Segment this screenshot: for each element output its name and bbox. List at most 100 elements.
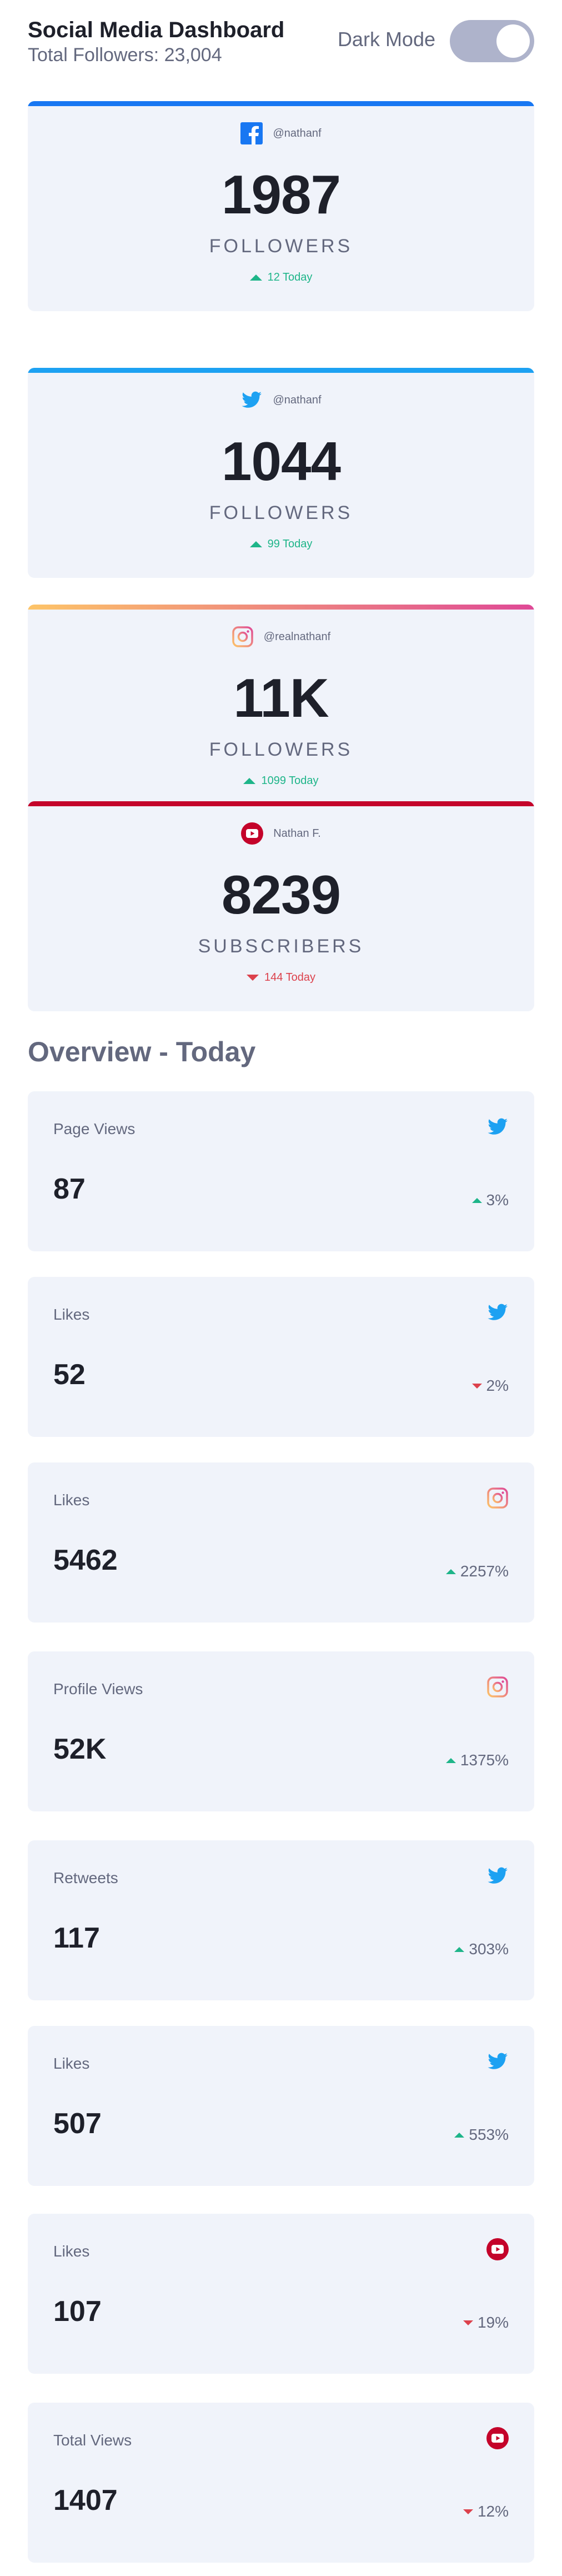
arrow-up-icon: [454, 2132, 465, 2138]
today-change-text: 144 Today: [264, 971, 315, 984]
dark-mode-toggle[interactable]: [450, 20, 534, 62]
overview-change: 303%: [454, 1940, 509, 1958]
page-title: Social Media Dashboard: [28, 18, 285, 42]
follower-unit: FOLLOWERS: [209, 236, 353, 257]
overview-change-text: 3%: [486, 1191, 509, 1209]
arrow-up-icon: [445, 1758, 456, 1763]
overview-change: 12%: [463, 2503, 509, 2520]
card-handle: @nathanf: [273, 393, 322, 406]
overview-label: Page Views: [53, 1120, 136, 1137]
follower-count: 1987: [221, 164, 341, 225]
today-change-text: 1099 Today: [261, 775, 319, 787]
overview-value: 52K: [53, 1733, 107, 1765]
arrow-up-icon: [249, 541, 262, 547]
instagram-icon: [486, 1487, 509, 1509]
overview-label: Likes: [53, 1306, 90, 1323]
overview-label: Retweets: [53, 1869, 118, 1886]
arrow-up-icon: [471, 1197, 482, 1203]
overview-card-likes-twitter-2[interactable]: Likes 507 553%: [28, 2026, 534, 2186]
overview-value: 107: [53, 2295, 102, 2328]
card-accent-bar: [28, 801, 534, 806]
overview-change-text: 1375%: [460, 1751, 509, 1769]
overview-change: 2257%: [445, 1562, 509, 1580]
card-accent-bar: [28, 101, 534, 106]
overview-change-text: 2257%: [460, 1562, 509, 1580]
arrow-up-icon: [243, 778, 256, 784]
total-followers: Total Followers: 23,004: [28, 44, 222, 66]
today-change-text: 99 Today: [267, 538, 313, 550]
card-handle: Nathan F.: [273, 827, 321, 840]
overview-card-retweets[interactable]: Retweets 117 303%: [28, 1840, 534, 2000]
arrow-down-icon: [463, 2320, 473, 2325]
arrow-down-icon: [471, 1383, 482, 1389]
overview-value: 52: [53, 1359, 86, 1391]
overview-value: 117: [53, 1922, 100, 1954]
follower-unit: FOLLOWERS: [209, 739, 353, 760]
overview-title: Overview - Today: [28, 1036, 256, 1067]
twitter-icon: [486, 1301, 509, 1324]
today-change-text: 12 Today: [267, 271, 313, 283]
twitter-icon: [486, 1865, 509, 1887]
instagram-icon: [232, 626, 254, 648]
card-accent-bar: [28, 605, 534, 610]
overview-card-likes-youtube[interactable]: Likes 107 19%: [28, 2214, 534, 2374]
arrow-up-icon: [454, 1946, 465, 1952]
overview-change: 3%: [471, 1191, 509, 1209]
overview-label: Likes: [53, 1491, 90, 1509]
dark-mode-label: Dark Mode: [337, 28, 435, 51]
today-change: 12 Today: [28, 271, 534, 284]
twitter-icon: [486, 1116, 509, 1138]
overview-label: Total Views: [53, 2432, 132, 2449]
overview-label: Profile Views: [53, 1680, 143, 1698]
overview-value: 5462: [53, 1544, 118, 1576]
follower-card-youtube[interactable]: Nathan F. 8239 SUBSCRIBERS 144 Today: [28, 801, 534, 1011]
card-handle-row: @nathanf: [28, 388, 534, 412]
overview-value: 87: [53, 1173, 86, 1205]
facebook-icon: [240, 122, 263, 144]
youtube-icon: [486, 2427, 509, 2449]
overview-value: 1407: [53, 2484, 118, 2517]
twitter-icon: [240, 389, 263, 411]
card-handle: @nathanf: [273, 127, 322, 139]
today-change: 144 Today: [28, 971, 534, 984]
follower-card-twitter[interactable]: @nathanf 1044 FOLLOWERS 99 Today: [28, 368, 534, 578]
arrow-up-icon: [249, 274, 262, 281]
follower-count: 1044: [221, 431, 341, 492]
overview-change-text: 553%: [469, 2126, 509, 2143]
card-accent-bar: [28, 368, 534, 373]
card-handle-row: @nathanf: [28, 121, 534, 146]
overview-change: 2%: [471, 1377, 509, 1395]
today-change: 99 Today: [28, 538, 534, 551]
follower-card-instagram[interactable]: @realnathanf 11K FOLLOWERS 1099 Today: [28, 605, 534, 815]
follower-unit: SUBSCRIBERS: [198, 936, 364, 957]
overview-change-text: 2%: [486, 1377, 509, 1394]
overview-card-likes-instagram[interactable]: Likes 5462 2257%: [28, 1462, 534, 1623]
follower-count: 11K: [233, 667, 329, 728]
overview-change: 19%: [463, 2314, 509, 2332]
follower-unit: FOLLOWERS: [209, 502, 353, 523]
today-change: 1099 Today: [28, 775, 534, 787]
twitter-icon: [486, 2050, 509, 2073]
overview-card-profile-views[interactable]: Profile Views 52K 1375%: [28, 1651, 534, 1811]
card-handle-row: @realnathanf: [28, 625, 534, 649]
overview-change: 1375%: [445, 1751, 509, 1769]
youtube-icon: [486, 2238, 509, 2260]
toggle-knob[interactable]: [496, 24, 530, 58]
overview-card-page-views[interactable]: Page Views 87 3%: [28, 1091, 534, 1251]
overview-card-likes-twitter[interactable]: Likes 52 2%: [28, 1277, 534, 1437]
arrow-down-icon: [463, 2509, 473, 2514]
follower-card-facebook[interactable]: @nathanf 1987 FOLLOWERS 12 Today: [28, 101, 534, 311]
overview-label: Likes: [53, 2055, 90, 2072]
instagram-icon: [486, 1676, 509, 1698]
overview-change-text: 19%: [477, 2314, 509, 2331]
overview-change: 553%: [454, 2126, 509, 2144]
dashboard-header: Social Media Dashboard Total Followers: …: [28, 17, 534, 67]
overview-value: 507: [53, 2108, 102, 2140]
youtube-icon: [241, 822, 264, 845]
follower-count: 8239: [221, 864, 341, 925]
overview-change-text: 303%: [469, 1940, 509, 1958]
card-handle: @realnathanf: [263, 630, 331, 643]
card-handle-row: Nathan F.: [28, 821, 534, 846]
overview-change-text: 12%: [477, 2503, 509, 2520]
overview-card-total-views[interactable]: Total Views 1407 12%: [28, 2403, 534, 2563]
